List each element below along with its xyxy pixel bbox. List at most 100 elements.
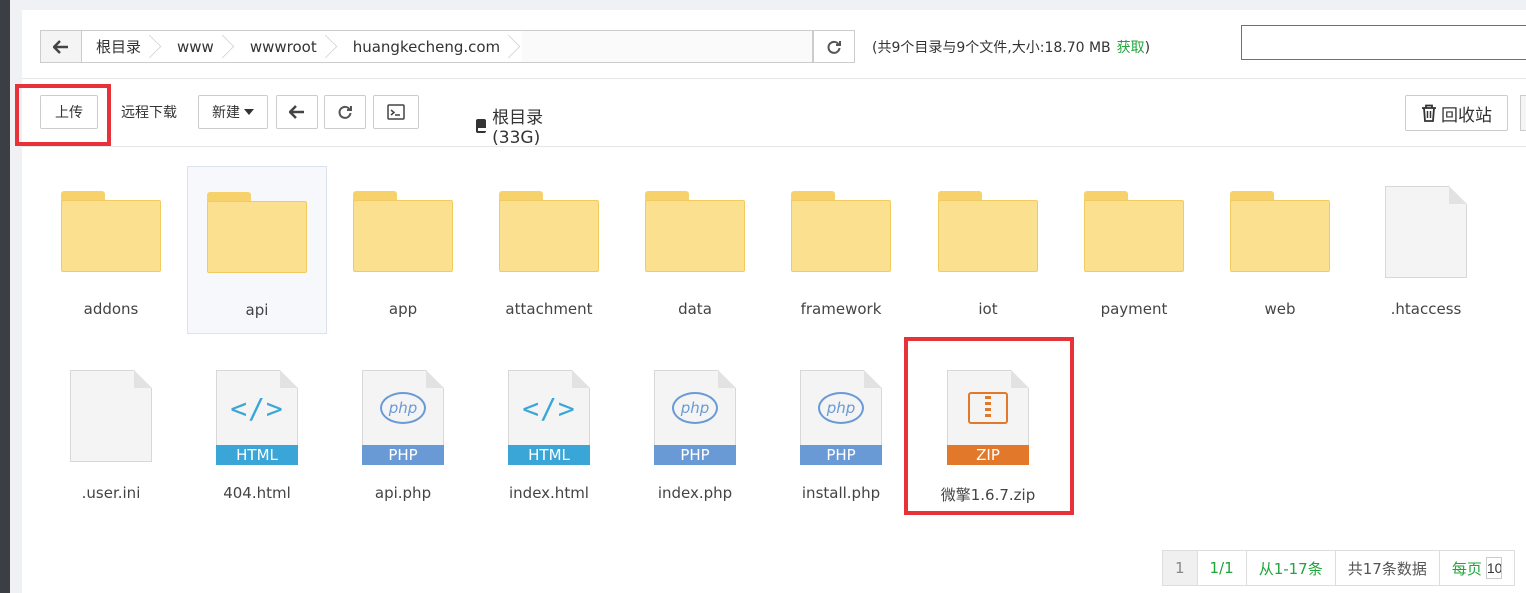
file-type-badge: PHP <box>654 445 736 465</box>
path-back-button[interactable] <box>40 30 82 63</box>
folder-item[interactable]: web <box>1210 166 1350 334</box>
file-item[interactable]: </> HTML index.html <box>479 350 619 518</box>
file-name: api.php <box>374 484 432 502</box>
get-size-link[interactable]: 获取 <box>1117 40 1145 56</box>
folder-body <box>645 200 745 272</box>
file-name: attachment <box>505 300 593 318</box>
arrow-left-icon <box>53 39 68 54</box>
breadcrumb-item-root[interactable]: 根目录 <box>82 31 164 62</box>
folder-body <box>353 200 453 272</box>
terminal-button[interactable] <box>373 95 419 129</box>
php-glyph: php <box>672 392 718 424</box>
php-glyph: php <box>380 392 426 424</box>
per-page-input[interactable] <box>1485 557 1502 579</box>
trash-icon <box>1422 104 1436 122</box>
file-name: payment <box>1100 300 1168 318</box>
folder-item[interactable]: iot <box>918 166 1058 334</box>
toolbar-edge-button[interactable] <box>1520 95 1526 131</box>
pagination-total: 共17条数据 <box>1336 551 1440 585</box>
breadcrumb-separator <box>496 34 521 59</box>
recycle-bin-button[interactable]: 回收站 <box>1405 95 1508 131</box>
file-name: install.php <box>801 484 881 502</box>
folder-item[interactable]: framework <box>771 166 911 334</box>
breadcrumb-separator <box>210 34 235 59</box>
folder-body <box>938 200 1038 272</box>
file-type-badge: HTML <box>508 445 590 465</box>
file-item[interactable]: .htaccess <box>1356 166 1496 334</box>
terminal-icon <box>387 104 405 120</box>
breadcrumb-item-www[interactable]: www <box>163 31 236 62</box>
folder-item[interactable]: data <box>625 166 765 334</box>
folder-item[interactable]: api <box>187 166 327 334</box>
file-type-badge: PHP <box>362 445 444 465</box>
php-glyph: php <box>818 392 864 424</box>
file-name: addons <box>83 300 139 318</box>
refresh-icon <box>338 105 352 119</box>
file-name: index.html <box>509 484 589 502</box>
file-name: .htaccess <box>1390 300 1462 318</box>
folder-item[interactable]: addons <box>41 166 181 334</box>
file-name: index.php <box>657 484 733 502</box>
page-fold <box>864 370 882 388</box>
pagination-pages: 1/1 <box>1198 551 1247 585</box>
page-fold <box>280 370 298 388</box>
folder-icon <box>61 186 161 280</box>
folder-item[interactable]: payment <box>1064 166 1204 334</box>
path-bar: 根目录 www wwwroot huangkecheng.com (共9个目录与… <box>40 25 1526 63</box>
file-item[interactable]: .user.ini <box>41 350 181 518</box>
page-fold <box>134 370 152 388</box>
file-type-badge: PHP <box>800 445 882 465</box>
divider <box>22 146 1526 147</box>
new-dropdown-button[interactable]: 新建 <box>198 95 268 129</box>
folder-body <box>1084 200 1184 272</box>
file-file-icon <box>1376 186 1476 280</box>
remote-download-button[interactable]: 远程下载 <box>106 95 192 129</box>
file-item[interactable]: php PHP index.php <box>625 350 765 518</box>
disk-label: 根目录(33G) <box>476 103 548 148</box>
pagination-range: 从1-17条 <box>1247 551 1336 585</box>
pagination-per-page: 每页 <box>1440 551 1515 585</box>
folder-icon <box>353 186 453 280</box>
breadcrumb-item-site[interactable]: huangkecheng.com <box>338 31 523 62</box>
file-item[interactable]: php PHP install.php <box>771 350 911 518</box>
folder-body <box>207 201 307 273</box>
pagination-current[interactable]: 1 <box>1163 551 1198 585</box>
hard-drive-icon <box>476 118 493 133</box>
upload-highlight-box <box>15 84 111 146</box>
zip-highlight-box <box>904 337 1074 515</box>
folder-body <box>61 200 161 272</box>
left-sidebar-edge <box>0 0 10 593</box>
code-glyph: </> <box>522 392 576 425</box>
file-name: app <box>388 300 418 318</box>
page-fold <box>572 370 590 388</box>
folder-body <box>1230 200 1330 272</box>
directory-info: (共9个目录与9个文件,大小:18.70 MB 获取) <box>872 40 1151 56</box>
page-fold <box>426 370 444 388</box>
search-input[interactable] <box>1241 25 1526 60</box>
path-refresh-button[interactable] <box>813 30 855 63</box>
file-name: data <box>678 300 712 318</box>
file-item[interactable]: </> HTML 404.html <box>187 350 327 518</box>
back-button[interactable] <box>276 95 318 129</box>
folder-body <box>499 200 599 272</box>
html-file-icon: </> HTML <box>499 370 599 465</box>
caret-down-icon <box>244 109 254 115</box>
file-type-badge: HTML <box>216 445 298 465</box>
folder-icon <box>1084 186 1184 280</box>
folder-icon <box>645 186 745 280</box>
folder-item[interactable]: app <box>333 166 473 334</box>
php-file-icon: php PHP <box>353 370 453 465</box>
pagination: 1 1/1 从1-17条 共17条数据 每页 <box>1162 550 1515 586</box>
file-name: iot <box>978 300 998 318</box>
folder-item[interactable]: attachment <box>479 166 619 334</box>
file-item[interactable]: php PHP api.php <box>333 350 473 518</box>
folder-icon <box>207 187 307 281</box>
file-name: .user.ini <box>81 484 141 502</box>
breadcrumb-item-wwwroot[interactable]: wwwroot <box>235 31 339 62</box>
folder-icon <box>1230 186 1330 280</box>
breadcrumb: 根目录 www wwwroot huangkecheng.com <box>82 30 813 63</box>
php-file-icon: php PHP <box>791 370 891 465</box>
refresh-button[interactable] <box>324 95 366 129</box>
file-name: framework <box>800 300 882 318</box>
php-file-icon: php PHP <box>645 370 745 465</box>
